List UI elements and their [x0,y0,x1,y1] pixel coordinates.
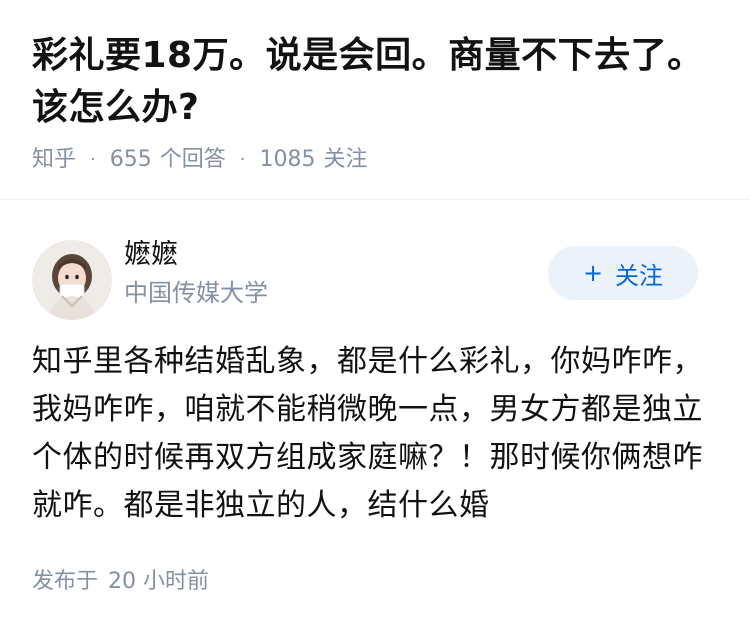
answer-count[interactable]: 655 [110,142,152,178]
avatar[interactable] [32,240,112,320]
question-header: 彩礼要18万。说是会回。商量不下去了。该怎么办? 知乎 · 655 个回答 · … [0,0,750,200]
meta-separator: · [239,149,246,170]
answer-count-label[interactable]: 个回答 [160,142,226,178]
answer-author: 嬷嬷 中国传媒大学 + 关注 [32,236,718,320]
author-name[interactable]: 嬷嬷 [124,236,178,274]
published-label: 发布于 [32,569,99,594]
follower-count: 1085 [259,147,316,172]
author-description: 中国传媒大学 [124,279,268,307]
follower-count-label: 关注 [323,147,368,172]
source-label[interactable]: 知乎 [32,142,76,178]
question-title[interactable]: 彩礼要18万。说是会回。商量不下去了。该怎么办? [32,30,718,134]
answer-content[interactable]: 知乎里各种结婚乱象，都是什么彩礼，你妈咋咋，我妈咋咋，咱就不能稍微晚一点，男女方… [32,338,722,530]
published-time: 20 小时前 [108,569,210,594]
plus-icon: + [582,259,604,287]
answer-time: 发布于 20 小时前 [32,564,209,600]
meta-separator: · [90,149,96,170]
girl-avatar-icon [32,240,112,320]
question-meta: 知乎 · 655 个回答 · 1085 关注 [32,142,368,178]
follow-button[interactable]: + 关注 [548,246,698,300]
follow-button-label: 关注 [615,261,664,290]
